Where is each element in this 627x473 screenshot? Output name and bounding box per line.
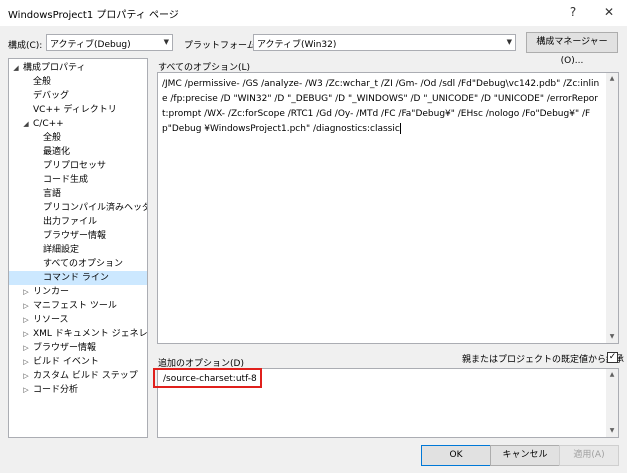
vertical-scrollbar[interactable]: ▲ ▼ — [606, 369, 618, 437]
cancel-button[interactable]: キャンセル — [490, 445, 560, 466]
tree-item-label: 全般 — [43, 133, 62, 143]
expand-icon[interactable]: ▷ — [21, 327, 31, 341]
tree-item-label: 構成プロパティ — [23, 63, 86, 73]
tree-item[interactable]: 詳細設定 — [9, 243, 147, 257]
expand-icon[interactable]: ▷ — [21, 299, 31, 313]
vertical-scrollbar[interactable]: ▲ ▼ — [606, 73, 618, 343]
config-value: アクティブ(Debug) — [50, 40, 131, 50]
expand-icon[interactable]: ▷ — [21, 383, 31, 397]
expand-icon[interactable]: ▷ — [21, 341, 31, 355]
collapse-icon[interactable]: ◢ — [11, 61, 21, 75]
chevron-down-icon: ▼ — [163, 38, 169, 46]
tree-item-label: リンカー — [33, 287, 70, 297]
help-button[interactable]: ? — [560, 2, 586, 22]
tree-item[interactable]: ▷ コード分析 — [9, 383, 147, 397]
tree-item-label: マニフェスト ツール — [33, 301, 117, 311]
properties-dialog: WindowsProject1 プロパティ ページ ? ✕ 構成(C): アクテ… — [0, 0, 627, 473]
tree-item[interactable]: ▷ ブラウザー情報 — [9, 341, 147, 355]
tree-item-label: ブラウザー情報 — [33, 343, 97, 353]
window-title: WindowsProject1 プロパティ ページ — [8, 10, 179, 21]
tree-item-label: コード生成 — [43, 175, 89, 185]
tree-item-label: プリコンパイル済みヘッダー — [43, 203, 147, 213]
tree-item[interactable]: ▷ リソース — [9, 313, 147, 327]
tree-item[interactable]: プリプロセッサ — [9, 159, 147, 173]
tree-item[interactable]: デバッグ — [9, 89, 147, 103]
tree-item-label: デバッグ — [33, 91, 70, 101]
close-icon[interactable]: ✕ — [596, 2, 622, 22]
scroll-down-icon[interactable]: ▼ — [606, 331, 618, 343]
tree-item-label: XML ドキュメント ジェネレーター — [33, 329, 148, 339]
tree-item-label: コマンド ライン — [43, 273, 109, 283]
text-caret — [399, 123, 401, 134]
tree-item[interactable]: すべてのオプション — [9, 257, 147, 271]
tree-item[interactable]: 全般 — [9, 131, 147, 145]
tree-item-label: カスタム ビルド ステップ — [33, 371, 138, 381]
scroll-up-icon[interactable]: ▲ — [606, 369, 618, 381]
expand-icon[interactable]: ▷ — [21, 313, 31, 327]
tree-item-label: VC++ ディレクトリ — [33, 105, 117, 115]
config-select[interactable]: アクティブ(Debug) ▼ — [46, 34, 173, 51]
tree-item[interactable]: ブラウザー情報 — [9, 229, 147, 243]
tree-item-label: ブラウザー情報 — [43, 231, 107, 241]
tree-item[interactable]: コード生成 — [9, 173, 147, 187]
tree-item[interactable]: 出力ファイル — [9, 215, 147, 229]
tree-item[interactable]: ▷ ビルド イベント — [9, 355, 147, 369]
expand-icon[interactable]: ▷ — [21, 369, 31, 383]
inherit-checkbox[interactable]: ✓ — [607, 352, 618, 363]
collapse-icon[interactable]: ◢ — [21, 117, 31, 131]
chevron-down-icon: ▼ — [506, 38, 512, 46]
tree-item[interactable]: ◢ 構成プロパティ — [9, 61, 147, 75]
highlight-annotation — [153, 368, 262, 388]
all-options-text: /JMC /permissive- /GS /analyze- /W3 /Zc:… — [162, 79, 600, 134]
tree-item[interactable]: ◢ C/C++ — [9, 117, 147, 131]
scroll-up-icon[interactable]: ▲ — [606, 73, 618, 85]
config-label: 構成(C): — [8, 41, 43, 51]
title-bar: WindowsProject1 プロパティ ページ ? ✕ — [0, 0, 627, 26]
tree-item-label: プリプロセッサ — [43, 161, 107, 171]
tree-item-label: C/C++ — [33, 119, 64, 129]
config-manager-button[interactable]: 構成マネージャー(O)... — [526, 32, 618, 66]
inherit-label: 親またはプロジェクトの既定値から継承 — [462, 355, 625, 365]
tree-item-label: 出力ファイル — [43, 217, 98, 227]
tree-item[interactable]: 最適化 — [9, 145, 147, 159]
tree-item[interactable]: プリコンパイル済みヘッダー — [9, 201, 147, 215]
tree-item-label: リソース — [33, 315, 69, 325]
tree-item-label: すべてのオプション — [43, 259, 124, 269]
ok-button[interactable]: OK — [421, 445, 491, 466]
all-options-box[interactable]: /JMC /permissive- /GS /analyze- /W3 /Zc:… — [157, 72, 619, 344]
tree-item[interactable]: 全般 — [9, 75, 147, 89]
tree-item-label: 全般 — [33, 77, 52, 87]
expand-icon[interactable]: ▷ — [21, 355, 31, 369]
tree-item-label: ビルド イベント — [33, 357, 99, 367]
tree-item-label: 最適化 — [43, 147, 71, 157]
scroll-down-icon[interactable]: ▼ — [606, 425, 618, 437]
tree-item[interactable]: ▷XML ドキュメント ジェネレーター — [9, 327, 147, 341]
expand-icon[interactable]: ▷ — [21, 285, 31, 299]
tree-item-label: コード分析 — [33, 385, 79, 395]
tree-item[interactable]: ▷ リンカー — [9, 285, 147, 299]
apply-button[interactable]: 適用(A) — [559, 445, 619, 466]
tree-item[interactable]: ▷ マニフェスト ツール — [9, 299, 147, 313]
platform-value: アクティブ(Win32) — [257, 40, 337, 50]
tree-item[interactable]: コマンド ライン — [9, 271, 147, 285]
platform-select[interactable]: アクティブ(Win32) ▼ — [253, 34, 516, 51]
tree-item[interactable]: ▷ カスタム ビルド ステップ — [9, 369, 147, 383]
property-tree[interactable]: ◢ 構成プロパティ 全般 デバッグ VC++ ディレクトリ ◢ C/C++ 全般 最適化 プリプロ… — [8, 58, 148, 438]
tree-item[interactable]: VC++ ディレクトリ — [9, 103, 147, 117]
tree-item[interactable]: 言語 — [9, 187, 147, 201]
tree-item-label: 言語 — [43, 189, 62, 199]
tree-item-label: 詳細設定 — [43, 245, 80, 255]
